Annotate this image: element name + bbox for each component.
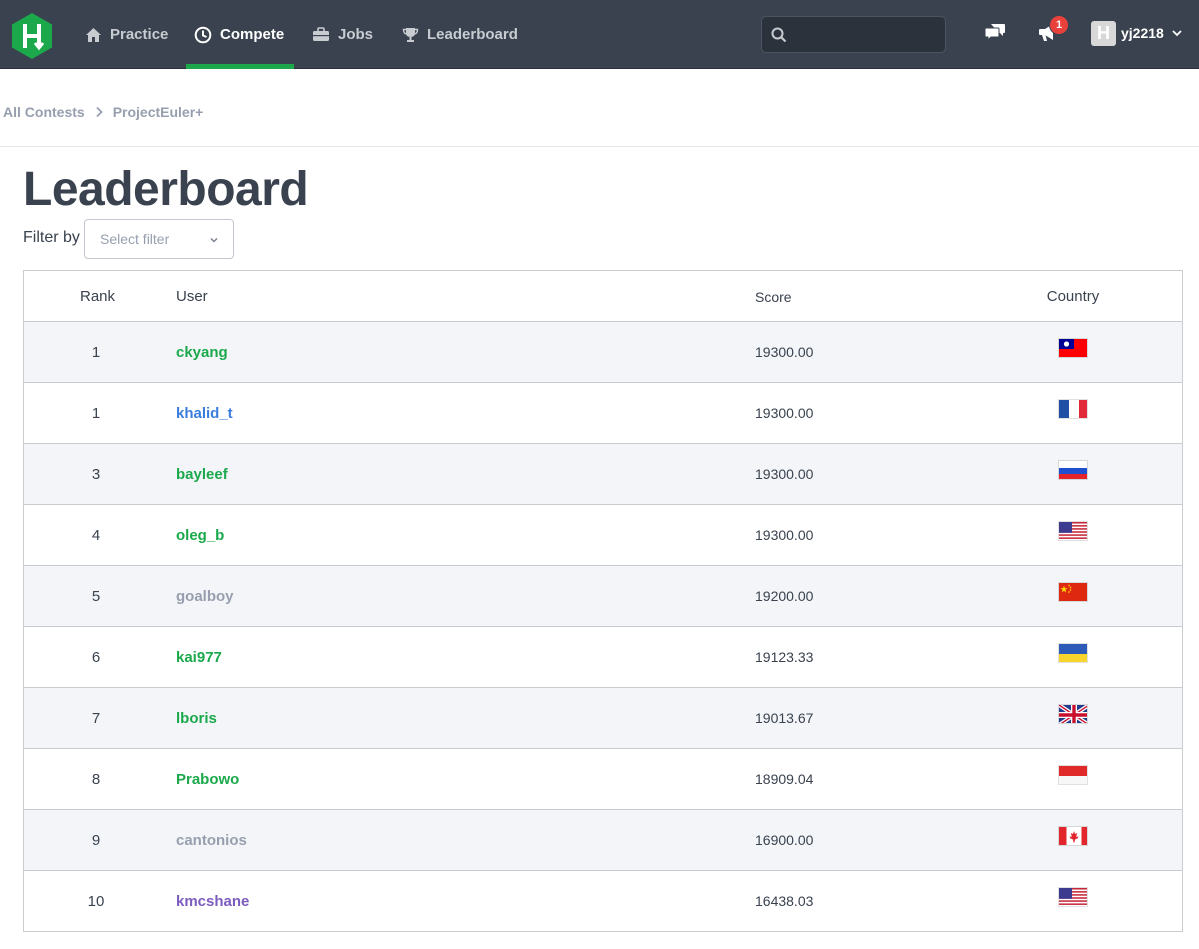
header-country: Country xyxy=(1046,288,1100,305)
table-row: 7 lboris 19013.67 xyxy=(24,688,1182,749)
username-label: yj2218 xyxy=(1121,25,1164,41)
score-cell: 19300.00 xyxy=(755,344,814,360)
filter-placeholder: Select filter xyxy=(100,231,170,247)
user-link[interactable]: khalid_t xyxy=(176,405,233,422)
score-cell: 19013.67 xyxy=(755,710,814,726)
rank-cell: 3 xyxy=(91,466,101,483)
nav-practice-label: Practice xyxy=(110,26,169,43)
rank-cell: 8 xyxy=(91,771,101,788)
header-score: Score xyxy=(755,289,792,305)
china-flag-icon xyxy=(1058,582,1088,602)
france-flag-icon xyxy=(1058,399,1088,419)
score-cell: 19300.00 xyxy=(755,466,814,482)
indonesia-flag-icon xyxy=(1058,765,1088,785)
score-cell: 19300.00 xyxy=(755,405,814,421)
user-link[interactable]: cantonios xyxy=(176,832,247,849)
score-cell: 19200.00 xyxy=(755,588,814,604)
header-user: User xyxy=(176,288,208,305)
russia-flag-icon xyxy=(1058,460,1088,480)
rank-cell: 6 xyxy=(91,649,101,666)
trophy-icon xyxy=(401,26,419,44)
nav-leaderboard-label: Leaderboard xyxy=(427,26,518,43)
breadcrumb-all-contests[interactable]: All Contests xyxy=(3,104,85,120)
user-menu[interactable]: H yj2218 xyxy=(1091,20,1183,46)
score-cell: 16900.00 xyxy=(755,832,814,848)
hackerrank-logo-icon[interactable] xyxy=(10,12,54,60)
search-box[interactable] xyxy=(761,16,946,53)
filter-label: Filter by xyxy=(23,229,80,246)
taiwan-flag-icon xyxy=(1058,338,1088,358)
usa-flag-icon xyxy=(1058,521,1088,541)
rank-cell: 1 xyxy=(91,344,101,361)
nav-jobs-label: Jobs xyxy=(338,26,374,43)
score-cell: 19300.00 xyxy=(755,527,814,543)
search-icon xyxy=(771,27,787,43)
search-input[interactable] xyxy=(794,23,939,47)
rank-cell: 9 xyxy=(91,832,101,849)
table-row: 8 Prabowo 18909.04 xyxy=(24,749,1182,810)
messages-icon[interactable] xyxy=(983,20,1007,44)
page-title: Leaderboard xyxy=(23,163,309,216)
user-link[interactable]: kai977 xyxy=(176,649,222,666)
clock-icon xyxy=(194,26,212,44)
rank-cell: 10 xyxy=(87,893,105,910)
user-link[interactable]: Prabowo xyxy=(176,771,239,788)
user-link[interactable]: goalboy xyxy=(176,588,234,605)
table-row: 10 kmcshane 16438.03 xyxy=(24,871,1182,932)
ukraine-flag-icon xyxy=(1058,643,1088,663)
chevron-right-icon xyxy=(95,106,103,118)
user-link[interactable]: lboris xyxy=(176,710,217,727)
header-divider xyxy=(0,146,1199,147)
score-cell: 19123.33 xyxy=(755,649,814,665)
canada-flag-icon xyxy=(1058,826,1088,846)
top-navbar: Practice Compete Jobs Leaderboard 1 H yj… xyxy=(0,0,1199,69)
score-cell: 16438.03 xyxy=(755,893,814,909)
table-row: 6 kai977 19123.33 xyxy=(24,627,1182,688)
notification-count-badge: 1 xyxy=(1049,15,1069,35)
table-row: 1 khalid_t 19300.00 xyxy=(24,383,1182,444)
score-cell: 18909.04 xyxy=(755,771,814,787)
header-rank: Rank xyxy=(80,288,116,305)
table-row: 9 cantonios 16900.00 xyxy=(24,810,1182,871)
breadcrumb: All Contests ProjectEuler+ xyxy=(3,102,203,122)
chevron-down-icon xyxy=(210,237,218,243)
rank-cell: 5 xyxy=(91,588,101,605)
uk-flag-icon xyxy=(1058,704,1088,724)
nav-compete[interactable]: Compete xyxy=(185,0,295,69)
user-link[interactable]: ckyang xyxy=(176,344,228,361)
usa-flag-icon xyxy=(1058,887,1088,907)
table-row: 4 oleg_b 19300.00 xyxy=(24,505,1182,566)
breadcrumb-projecteuler[interactable]: ProjectEuler+ xyxy=(113,104,204,120)
leaderboard-table: Rank User Score Country 1 ckyang 19300.00 1… xyxy=(23,270,1183,932)
user-link[interactable]: kmcshane xyxy=(176,893,249,910)
rank-cell: 7 xyxy=(91,710,101,727)
nav-practice[interactable]: Practice xyxy=(84,0,168,69)
table-row: 5 goalboy 19200.00 xyxy=(24,566,1182,627)
chevron-down-icon xyxy=(1172,30,1182,37)
avatar: H xyxy=(1091,20,1116,46)
nav-jobs[interactable]: Jobs xyxy=(312,0,373,69)
nav-leaderboard[interactable]: Leaderboard xyxy=(401,0,518,69)
briefcase-icon xyxy=(312,26,330,44)
home-icon xyxy=(84,26,102,44)
table-header: Rank User Score Country xyxy=(24,271,1182,322)
rank-cell: 1 xyxy=(91,405,101,422)
user-link[interactable]: oleg_b xyxy=(176,527,224,544)
table-row: 1 ckyang 19300.00 xyxy=(24,322,1182,383)
user-link[interactable]: bayleef xyxy=(176,466,228,483)
filter-select[interactable]: Select filter xyxy=(84,219,234,259)
rank-cell: 4 xyxy=(91,527,101,544)
nav-compete-label: Compete xyxy=(220,26,285,43)
table-row: 3 bayleef 19300.00 xyxy=(24,444,1182,505)
